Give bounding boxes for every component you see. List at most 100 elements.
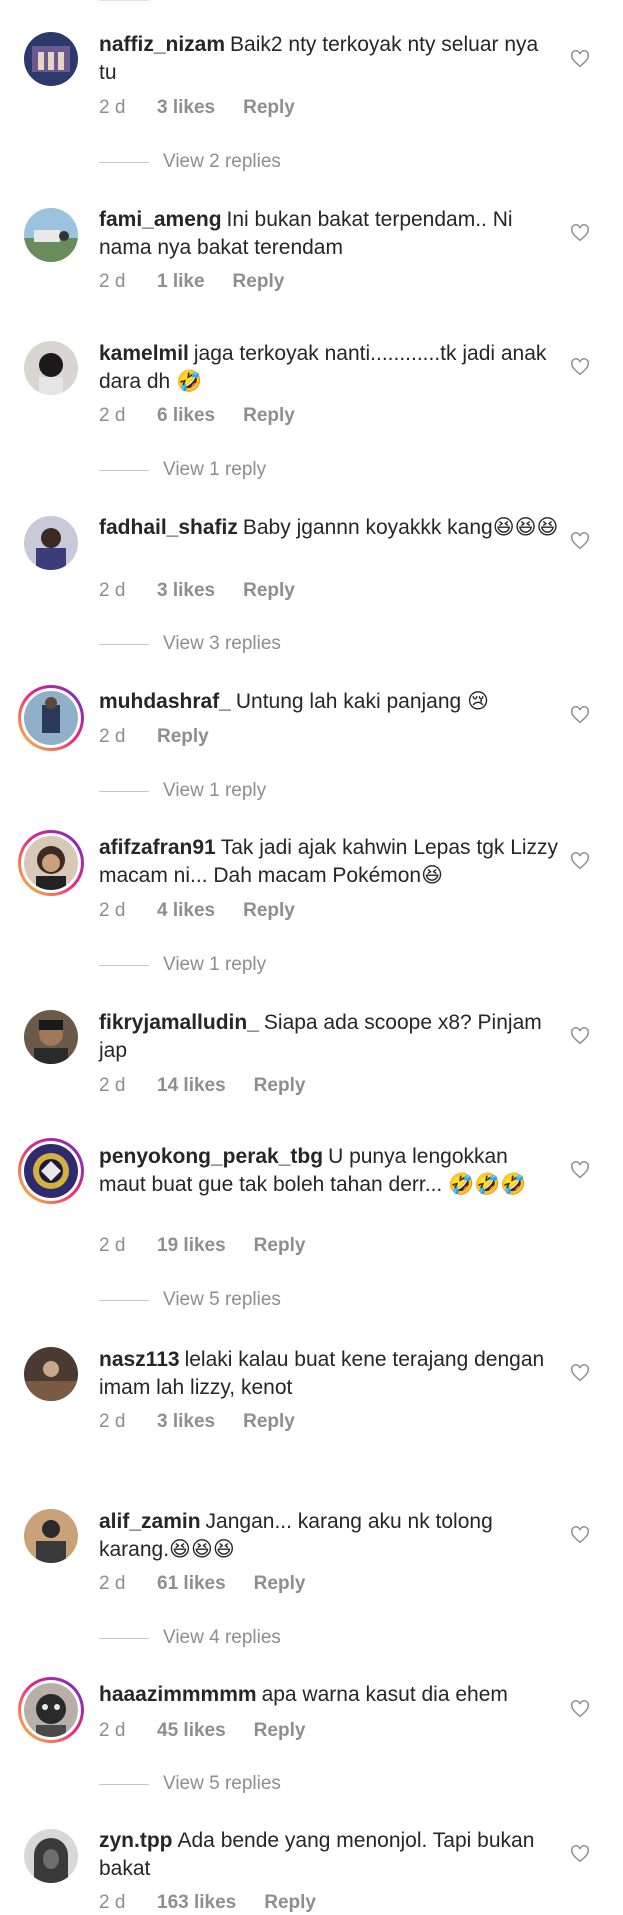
view-replies-button[interactable]: View 5 replies (99, 1773, 281, 1795)
comment-time: 2 d (99, 580, 126, 601)
comment-username[interactable]: naffiz_nizam (99, 33, 225, 56)
comment-meta: 2 d 6 likes Reply (99, 405, 295, 427)
comment-likes[interactable]: 3 likes (157, 1411, 215, 1433)
avatar-story-ring[interactable] (18, 1677, 84, 1743)
view-replies-button[interactable]: View 2 replies (99, 151, 281, 173)
replies-divider (99, 790, 149, 792)
view-replies-label: View 5 replies (163, 1289, 281, 1310)
heart-outline-icon[interactable] (570, 1161, 590, 1179)
reply-button[interactable]: Reply (254, 1720, 306, 1742)
heart-outline-icon[interactable] (570, 532, 590, 550)
view-replies-label: View 1 reply (163, 954, 267, 975)
avatar[interactable] (24, 1829, 78, 1883)
heart-outline-icon[interactable] (570, 50, 590, 68)
comment-username[interactable]: penyokong_perak_tbg (99, 1145, 323, 1168)
comment-time: 2 d (99, 900, 126, 921)
comment-text: haaazimmmmm apa warna kasut dia ehem (99, 1681, 559, 1709)
reply-button[interactable]: Reply (157, 726, 209, 748)
comment-text: penyokong_perak_tbg U punya lengokkan mau… (99, 1143, 559, 1199)
comment-time: 2 d (99, 1411, 126, 1432)
comment-meta: 2 d Reply (99, 726, 209, 748)
comment-username[interactable]: alif_zamin (99, 1510, 201, 1533)
reply-button[interactable]: Reply (243, 900, 295, 922)
heart-outline-icon[interactable] (570, 358, 590, 376)
comment-likes[interactable]: 61 likes (157, 1573, 226, 1595)
heart-outline-icon[interactable] (570, 1027, 590, 1045)
comment-time: 2 d (99, 405, 126, 426)
heart-outline-icon[interactable] (570, 852, 590, 870)
reply-button[interactable]: Reply (243, 405, 295, 427)
reply-button[interactable]: Reply (243, 580, 295, 602)
reply-button[interactable]: Reply (243, 1411, 295, 1433)
comment-likes[interactable]: 14 likes (157, 1075, 226, 1097)
comment-time: 2 d (99, 726, 126, 747)
reply-button[interactable]: Reply (243, 97, 295, 119)
comment-text: afifzafran91 Tak jadi ajak kahwin Lepas t… (99, 834, 559, 890)
heart-outline-icon[interactable] (570, 706, 590, 724)
replies-divider (99, 1783, 149, 1785)
comment-meta: 2 d 3 likes Reply (99, 580, 295, 602)
comment-username[interactable]: kamelmil (99, 342, 189, 365)
view-replies-button[interactable]: View 5 replies (99, 1289, 281, 1311)
comment-likes[interactable]: 4 likes (157, 900, 215, 922)
reply-button[interactable]: Reply (254, 1075, 306, 1097)
comment-likes[interactable]: 19 likes (157, 1235, 226, 1257)
replies-divider (99, 1637, 149, 1639)
comment-username[interactable]: nasz113 (99, 1348, 180, 1371)
comment-username[interactable]: zyn.tpp (99, 1829, 173, 1852)
heart-outline-icon[interactable] (570, 1364, 590, 1382)
comment-text: fadhail_shafiz Baby jgannn koyakkk kang😆😆… (99, 514, 559, 542)
comment-username[interactable]: fami_ameng (99, 208, 222, 231)
comment-text: fami_ameng Ini bukan bakat terpendam.. Ni… (99, 206, 559, 262)
comment-username[interactable]: fikryjamalludin_ (99, 1011, 259, 1034)
comment-meta: 2 d 3 likes Reply (99, 1411, 295, 1433)
reply-button[interactable]: Reply (233, 271, 285, 293)
comment-meta: 2 d 4 likes Reply (99, 900, 295, 922)
avatar-story-ring[interactable] (18, 1138, 84, 1204)
comment-time: 2 d (99, 1720, 126, 1741)
comment-likes[interactable]: 1 like (157, 271, 205, 293)
reply-button[interactable]: Reply (264, 1892, 316, 1914)
comment-username[interactable]: afifzafran91 (99, 836, 216, 859)
comment-time: 2 d (99, 1075, 126, 1096)
reply-button[interactable]: Reply (254, 1573, 306, 1595)
heart-outline-icon[interactable] (570, 1845, 590, 1863)
comment-text: zyn.tpp Ada bende yang menonjol. Tapi buk… (99, 1827, 559, 1883)
heart-outline-icon[interactable] (570, 224, 590, 242)
comment-body: apa warna kasut dia ehem (261, 1683, 508, 1706)
comment-username[interactable]: fadhail_shafiz (99, 516, 238, 539)
reply-button[interactable]: Reply (254, 1235, 306, 1257)
avatar[interactable] (24, 341, 78, 395)
avatar-story-ring[interactable] (18, 685, 84, 751)
view-replies-button[interactable]: View 1 reply (99, 780, 266, 802)
comment-likes[interactable]: 3 likes (157, 97, 215, 119)
emoji: 😆 (421, 864, 444, 887)
avatar[interactable] (24, 1509, 78, 1563)
comment-time: 2 d (99, 1573, 126, 1594)
avatar[interactable] (24, 1347, 78, 1401)
view-replies-button[interactable]: View 1 reply (99, 459, 266, 481)
avatar[interactable] (24, 32, 78, 86)
heart-outline-icon[interactable] (570, 1526, 590, 1544)
avatar[interactable] (24, 516, 78, 570)
view-replies-button[interactable]: View 4 replies (99, 1627, 281, 1649)
avatar[interactable] (24, 208, 78, 262)
view-replies-label: View 4 replies (163, 1627, 281, 1648)
heart-outline-icon[interactable] (570, 1700, 590, 1718)
comment-username[interactable]: muhdashraf_ (99, 690, 231, 713)
comment-likes[interactable]: 163 likes (157, 1892, 236, 1914)
view-replies-label: View 1 reply (163, 780, 267, 801)
comment-time: 2 d (99, 97, 126, 118)
avatar-story-ring[interactable] (18, 830, 84, 896)
comment-time: 2 d (99, 1892, 126, 1913)
avatar[interactable] (24, 1010, 78, 1064)
comment-username[interactable]: haaazimmmmm (99, 1683, 257, 1706)
comment-time: 2 d (99, 1235, 126, 1256)
comment-likes[interactable]: 45 likes (157, 1720, 226, 1742)
comment-likes[interactable]: 3 likes (157, 580, 215, 602)
view-replies-button[interactable]: View 1 reply (99, 954, 266, 976)
comment-likes[interactable]: 6 likes (157, 405, 215, 427)
comment-text: muhdashraf_ Untung lah kaki panjang 😢 (99, 688, 559, 716)
comment-meta: 2 d 1 like Reply (99, 271, 284, 293)
view-replies-button[interactable]: View 3 replies (99, 633, 281, 655)
